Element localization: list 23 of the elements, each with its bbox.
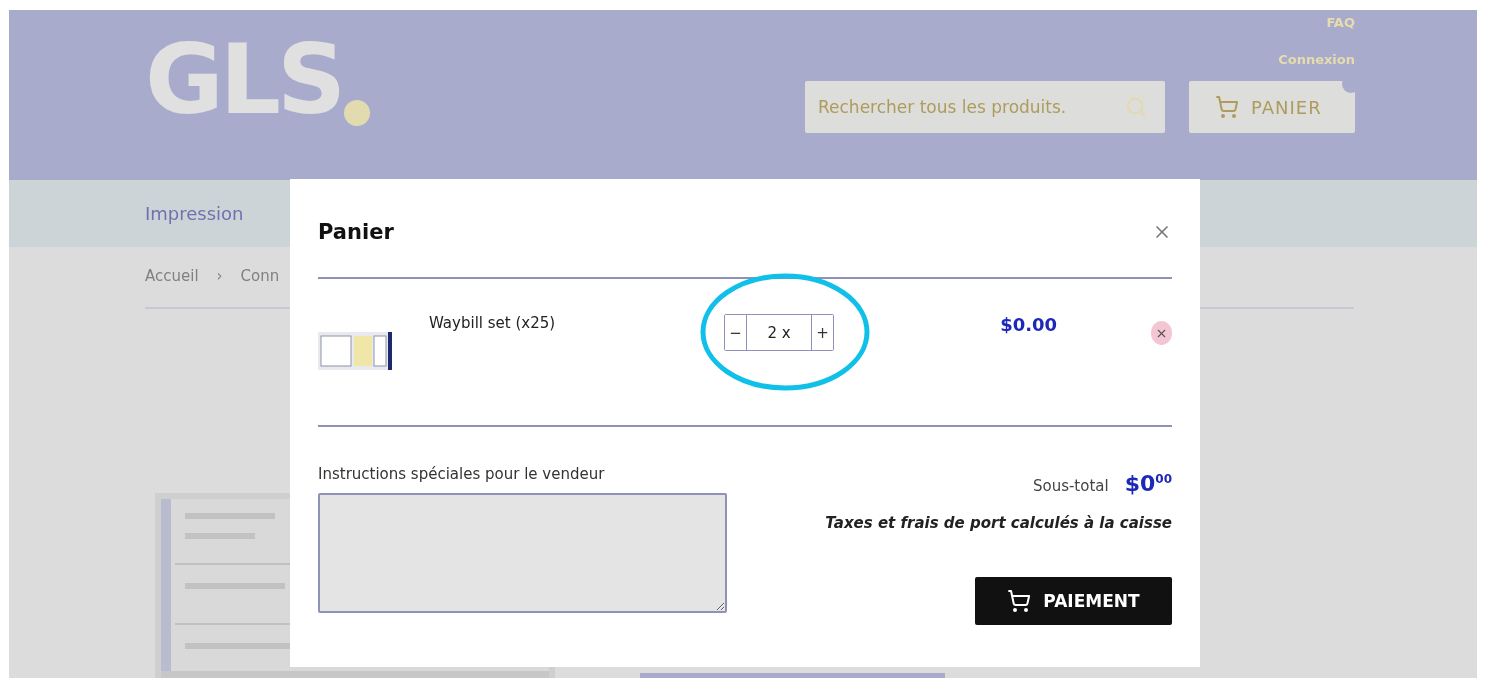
breadcrumb-link[interactable]: Accueil xyxy=(145,267,199,285)
header-link[interactable]: FAQ xyxy=(1326,15,1355,30)
tax-note: Taxes et frais de port calculés à la caisse xyxy=(825,514,1172,532)
quantity-value[interactable]: 2 x xyxy=(747,315,812,350)
item-price: $0.00 xyxy=(1000,314,1059,335)
header-link[interactable]: Connexion xyxy=(1278,52,1355,67)
checkout-button[interactable]: PAIEMENT xyxy=(975,577,1172,625)
dialog-title: Panier xyxy=(318,220,394,244)
remove-button[interactable] xyxy=(1150,321,1172,345)
logo-dot-icon xyxy=(344,100,371,126)
breadcrumb-link[interactable]: Conn xyxy=(240,267,280,285)
increment-button[interactable]: + xyxy=(811,315,834,350)
notes-field[interactable] xyxy=(318,493,727,613)
subtotal-value: $0$^{00}$ xyxy=(1124,471,1172,496)
decrement-button[interactable]: − xyxy=(725,315,748,350)
subtotal-label: Sous-total xyxy=(1032,477,1109,495)
search-field[interactable]: Rechercher tous les produits. xyxy=(805,81,1165,133)
nav-link[interactable]: Impression xyxy=(145,203,244,224)
cart-icon xyxy=(1007,589,1032,613)
notes-label: Instructions spéciales pour le vendeur xyxy=(318,465,606,483)
cart-icon xyxy=(1215,95,1239,119)
breadcrumb-separator: › xyxy=(216,267,223,285)
product-name: Waybill set (x25) xyxy=(429,314,557,332)
